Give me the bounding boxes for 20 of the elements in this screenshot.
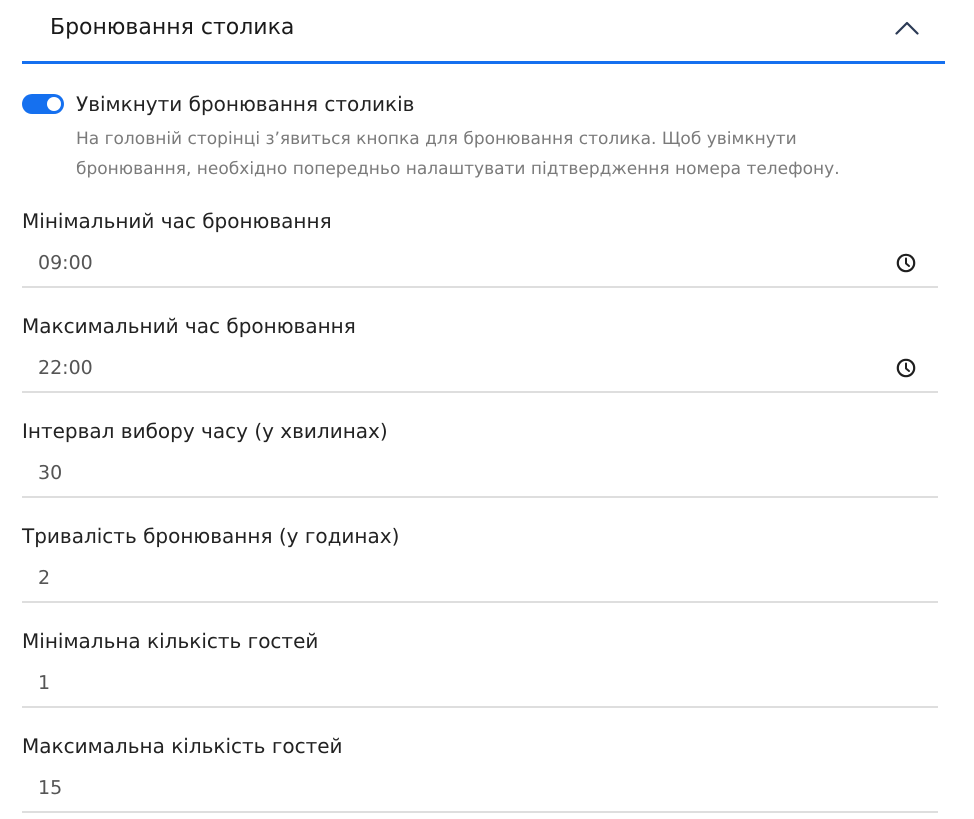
time-input-field[interactable]: 22:00 [22, 338, 938, 393]
number-input-field[interactable]: 2 [22, 548, 938, 603]
field-label: Мінімальний час бронювання [22, 209, 333, 233]
number-input-field[interactable]: 30 [22, 443, 938, 498]
number-input-field[interactable]: 1 [22, 653, 938, 708]
field-label: Максимальний час бронювання [22, 314, 357, 338]
field-label: Інтервал вибору часу (у хвилинах) [22, 419, 389, 443]
number-input-field[interactable]: 15 [22, 758, 938, 813]
field-label: Максимальна кількість гостей [22, 734, 344, 758]
toggle-label: Увімкнути бронювання столиків [76, 92, 416, 116]
section-title: Бронювання столика [50, 14, 294, 42]
chevron-up-icon[interactable] [895, 20, 919, 34]
clock-icon[interactable] [896, 358, 916, 378]
time-input-field[interactable]: 09:00 [22, 233, 938, 288]
field-label: Мінімальна кількість гостей [22, 629, 320, 653]
field-label: Тривалість бронювання (у годинах) [22, 524, 400, 548]
clock-icon[interactable] [896, 253, 916, 273]
toggle-switch[interactable] [22, 94, 64, 114]
toggle-description: На головній сторінці з’явиться кнопка для бронювання столика. Щоб увімкнути бронювання, необхідно попередньо налаштувати підтвердження номера телефону. [76, 128, 841, 181]
section-header[interactable]: Бронювання столика [22, 0, 945, 64]
